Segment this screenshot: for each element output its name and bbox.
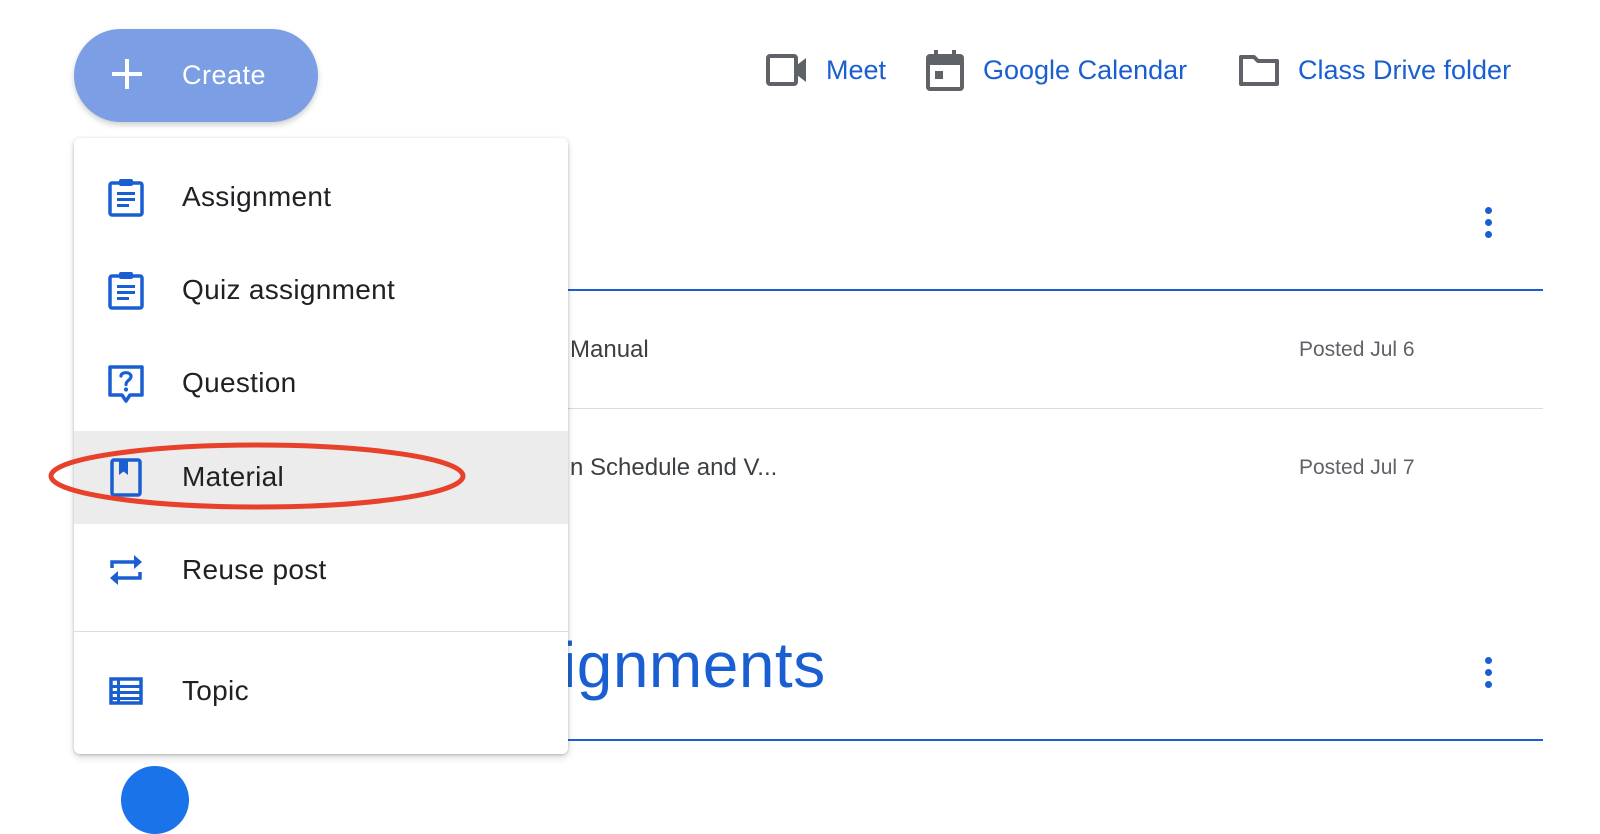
calendar-icon (926, 50, 964, 91)
create-menu: Assignment Quiz assignment Question Mate… (74, 138, 568, 754)
menu-item-topic[interactable]: Topic (74, 645, 568, 738)
post-date: Posted Jul 7 (1299, 456, 1415, 479)
google-calendar-link-label: Google Calendar (983, 54, 1188, 85)
menu-item-reuse-post[interactable]: Reuse post (74, 524, 568, 617)
menu-item-material[interactable]: Material (74, 431, 568, 524)
class-drive-folder-link-label: Class Drive folder (1298, 54, 1512, 85)
quiz-assignment-icon (108, 272, 144, 310)
assignment-icon (108, 179, 144, 217)
menu-item-label: Question (182, 367, 297, 398)
menu-item-assignment[interactable]: Assignment (74, 151, 568, 244)
post-title[interactable]: Manual (570, 336, 649, 364)
section-divider (568, 739, 1543, 741)
video-camera-icon (766, 54, 806, 86)
topic-options-kebab-icon[interactable] (1482, 203, 1494, 243)
menu-item-question[interactable]: Question (74, 337, 568, 430)
post-title[interactable]: n Schedule and V... (570, 454, 777, 482)
question-icon (108, 365, 144, 403)
meet-link[interactable]: Meet (766, 46, 886, 94)
menu-divider (74, 631, 568, 632)
avatar (121, 766, 189, 834)
topic-icon (109, 677, 143, 705)
plus-icon (112, 59, 142, 89)
google-calendar-link[interactable]: Google Calendar (925, 46, 1187, 94)
menu-item-label: Material (182, 461, 284, 492)
topic-divider (568, 289, 1543, 291)
menu-item-label: Quiz assignment (182, 274, 396, 305)
menu-item-label: Topic (182, 675, 249, 706)
menu-item-label: Assignment (182, 181, 332, 212)
create-button[interactable]: Create (74, 29, 318, 122)
reuse-icon (110, 555, 142, 585)
material-icon (110, 458, 142, 497)
folder-icon (1239, 55, 1279, 86)
create-button-label: Create (182, 60, 267, 90)
section-options-kebab-icon[interactable] (1482, 653, 1494, 693)
section-heading: ignments (562, 629, 826, 701)
post-date: Posted Jul 6 (1299, 338, 1415, 361)
class-drive-folder-link[interactable]: Class Drive folder (1238, 46, 1511, 94)
meet-link-label: Meet (826, 54, 887, 85)
menu-item-label: Reuse post (182, 554, 327, 585)
row-divider (568, 408, 1543, 409)
menu-item-quiz-assignment[interactable]: Quiz assignment (74, 244, 568, 337)
